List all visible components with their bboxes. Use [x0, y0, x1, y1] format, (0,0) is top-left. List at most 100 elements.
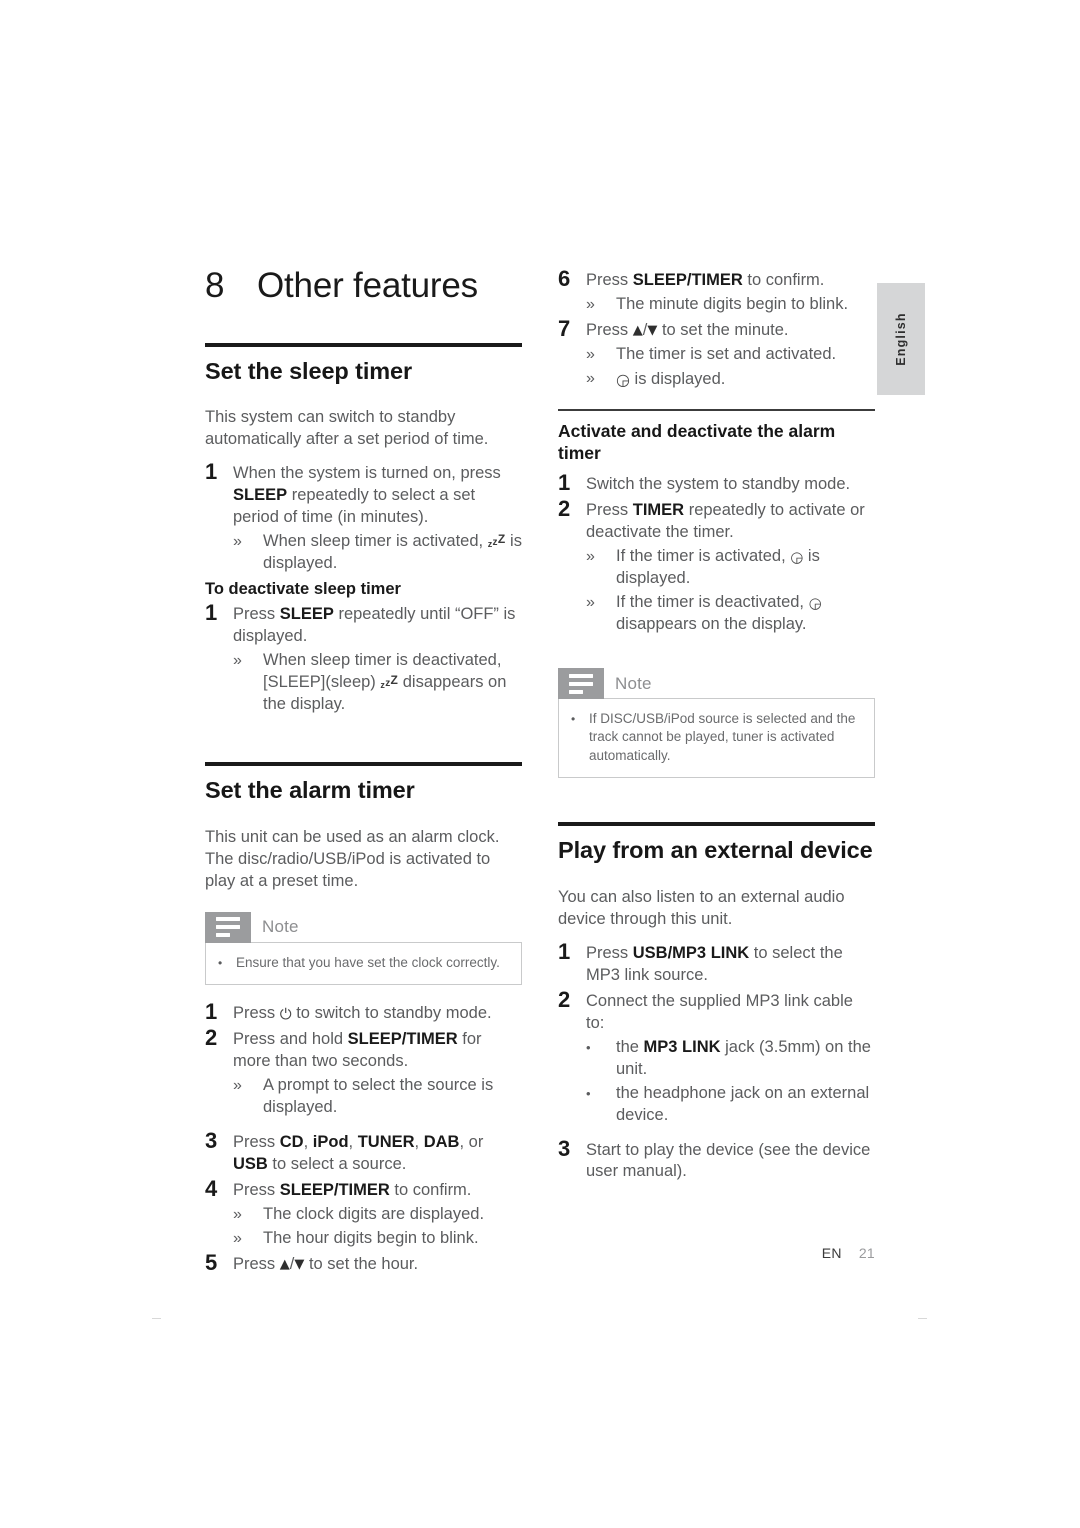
result-text: When sleep timer is deactivated, [SLEEP]… — [263, 650, 522, 716]
bullet-icon: • — [218, 955, 223, 970]
sub-bullet-item: • the MP3 LINK jack (3.5mm) on the unit. — [586, 1037, 875, 1081]
alarm-timer-steps: 1 Press ⏻ to switch to standby mode. 2 P… — [205, 999, 522, 1276]
step-text: Press and hold SLEEP/TIMER for more than… — [233, 1027, 522, 1119]
key-label-tuner: TUNER — [357, 1132, 415, 1151]
step-text-a: Press and hold — [233, 1030, 348, 1049]
language-side-tab-label: English — [894, 312, 908, 366]
alarm-clock-icon: ◶ — [808, 594, 822, 613]
sleep-timer-steps: 1 When the system is turned on, press SL… — [205, 461, 522, 575]
section-rule-sleep-timer — [205, 342, 522, 347]
note-icon-bar — [216, 933, 230, 938]
step-number: 4 — [205, 1175, 218, 1201]
crop-mark-left — [152, 1318, 161, 1319]
sep: , — [348, 1132, 358, 1151]
chapter-number: 8 — [205, 266, 225, 305]
guillemet-icon: » — [586, 594, 595, 612]
step-text-c: to confirm. — [742, 271, 825, 289]
step-text-c: to select a source. — [267, 1154, 407, 1173]
step-item: 1 Switch the system to standby mode. — [558, 472, 875, 496]
key-label-sleep: SLEEP — [279, 605, 334, 624]
bullet-icon: • — [586, 1085, 591, 1101]
result-text: If the timer is deactivated, ◶ disappear… — [616, 592, 875, 636]
key-label-sleep-timer: SLEEP/TIMER — [279, 1180, 390, 1199]
note-box-activate-deactivate: Note • If DISC/USB/iPod source is select… — [558, 668, 875, 779]
step-number: 1 — [558, 939, 571, 965]
step-text-a: When the system is turned on, press — [233, 464, 501, 483]
step-item: 2 Press TIMER repeatedly to activate or … — [558, 498, 875, 636]
sub-bullet-text: the MP3 LINK jack (3.5mm) on the unit. — [616, 1037, 875, 1081]
alarm-clock-icon: ◶ — [790, 548, 804, 567]
guillemet-icon: » — [233, 533, 242, 551]
step-item: 2 Press and hold SLEEP/TIMER for more th… — [205, 1026, 522, 1119]
key-label-mp3-link: MP3 LINK — [643, 1037, 721, 1056]
note-body: • Ensure that you have set the clock cor… — [205, 941, 522, 986]
right-column: 6 Press SLEEP/TIMER to confirm. » The mi… — [558, 266, 875, 1185]
note-icon-bar — [569, 673, 593, 678]
section-rule-alarm-timer — [205, 762, 522, 767]
step-text-a: Press — [586, 501, 633, 520]
step-text: Press SLEEP/TIMER to confirm. » The minu… — [586, 268, 875, 316]
result-line: » When sleep timer is deactivated, [SLEE… — [233, 650, 522, 716]
result-text-a: If the timer is activated, — [616, 547, 791, 566]
sleep-timer-icon: zzZ — [487, 532, 506, 550]
down-triangle-icon: ▼ — [647, 322, 658, 338]
step-number: 1 — [558, 470, 571, 496]
step-text: Start to play the device (see the device… — [586, 1140, 871, 1181]
step-text-c: to set the hour. — [304, 1254, 419, 1273]
result-text: The minute digits begin to blink. — [616, 294, 849, 313]
guillemet-icon: » — [233, 1205, 242, 1223]
step-text: Press ▲/▼ to set the hour. — [233, 1252, 522, 1276]
footer-page-number: 21 — [858, 1245, 875, 1261]
manual-page: 8 Other features Set the sleep timer Thi… — [0, 0, 1080, 1528]
step-item: 1 Press ⏻ to switch to standby mode. — [205, 999, 522, 1025]
footer-language-code: EN — [821, 1245, 842, 1261]
sleep-timer-icon: zzZ — [380, 673, 399, 691]
result-text: When sleep timer is activated, zzZ is di… — [263, 531, 522, 575]
step-text: Press SLEEP/TIMER to confirm. » The cloc… — [233, 1178, 522, 1250]
sub-bullet-item: • the headphone jack on an external devi… — [586, 1083, 875, 1127]
note-icon-bar — [216, 917, 240, 922]
alarm-timer-steps-continued: 6 Press SLEEP/TIMER to confirm. » The mi… — [558, 266, 875, 391]
sep: , — [303, 1132, 313, 1151]
key-label-ipod: iPod — [312, 1132, 349, 1151]
guillemet-icon: » — [233, 1229, 242, 1247]
result-line: » The timer is set and activated. — [586, 344, 875, 366]
note-item: • If DISC/USB/iPod source is selected an… — [571, 710, 862, 765]
step-number: 2 — [558, 986, 571, 1012]
external-device-steps: 1 Press USB/MP3 LINK to select the MP3 l… — [558, 939, 875, 1184]
note-body: • If DISC/USB/iPod source is selected an… — [558, 698, 875, 779]
note-label: Note — [262, 917, 299, 937]
step-number: 6 — [558, 266, 571, 291]
step-text-c: to switch to standby mode. — [291, 1004, 492, 1023]
step-item: 3 Start to play the device (see the devi… — [558, 1137, 875, 1184]
sub-text-a: the — [616, 1037, 644, 1056]
sleep-timer-deactivate-steps: 1 Press SLEEP repeatedly until “OFF” is … — [205, 602, 522, 716]
note-lines-icon — [558, 668, 604, 699]
result-text-a: When sleep timer is activated, — [263, 532, 488, 551]
sep: , — [414, 1132, 424, 1151]
note-icon-bar — [569, 689, 583, 694]
key-label-usb: USB — [233, 1154, 268, 1173]
subsection-rule-activate-deactivate — [558, 408, 875, 411]
step-text: When the system is turned on, press SLEE… — [233, 461, 522, 575]
step-text: Press ▲/▼ to set the minute. » The timer… — [586, 318, 875, 391]
up-triangle-icon: ▲ — [632, 322, 643, 338]
result-line: » If the timer is deactivated, ◶ disappe… — [586, 592, 875, 636]
key-label-usb-mp3-link: USB/MP3 LINK — [632, 944, 750, 963]
result-text: ◶ is displayed. — [616, 368, 875, 391]
page-footer: EN 21 — [558, 1245, 875, 1261]
result-text: The clock digits are displayed. — [263, 1204, 485, 1223]
step-number: 1 — [205, 999, 218, 1025]
sep: , or — [459, 1132, 484, 1151]
result-line: » If the timer is activated, ◶ is displa… — [586, 546, 875, 590]
key-label-dab: DAB — [423, 1132, 460, 1151]
heading-set-the-sleep-timer: Set the sleep timer — [205, 357, 413, 384]
guillemet-icon: » — [586, 295, 595, 313]
crop-mark-right — [918, 1318, 927, 1319]
step-text-a: Press — [233, 605, 280, 624]
step-text-c: to set the minute. — [657, 320, 789, 339]
